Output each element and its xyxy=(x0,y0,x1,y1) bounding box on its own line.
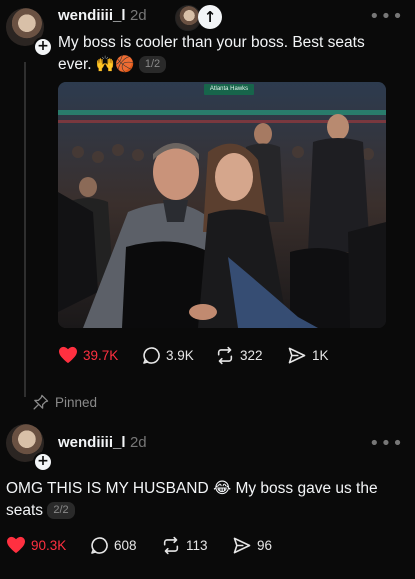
pinned-label: Pinned xyxy=(55,395,98,410)
share-icon xyxy=(233,537,251,554)
post1-share-button[interactable]: 1K xyxy=(287,346,329,365)
post2-emoji: 😂 xyxy=(213,480,232,497)
post1-share-count: 1K xyxy=(312,348,329,363)
post1-like-count: 39.7K xyxy=(83,347,119,363)
pinned-indicator: Pinned xyxy=(32,394,97,411)
post2-repost-count: 113 xyxy=(186,538,208,553)
follow-plus-icon[interactable]: + xyxy=(33,37,53,57)
repost-icon xyxy=(217,346,233,365)
arrow-up-icon[interactable]: ↑ xyxy=(198,5,222,29)
reply-icon xyxy=(91,537,108,554)
post2-like-count: 90.3K xyxy=(31,537,67,553)
arena-photo-illustration xyxy=(58,82,386,328)
post1-photo[interactable]: Atlanta Hawks xyxy=(58,82,386,328)
post2-share-count: 96 xyxy=(257,538,273,553)
share-icon xyxy=(288,347,306,364)
post2-reply-button[interactable]: 608 xyxy=(90,536,137,555)
reply-icon xyxy=(143,347,160,364)
post1-reply-count: 3.9K xyxy=(166,348,194,363)
post1-page-badge: 1/2 xyxy=(138,56,167,74)
heart-icon xyxy=(59,346,77,364)
repost-icon xyxy=(163,536,179,555)
post2-time: 2d xyxy=(129,434,147,451)
post1-repost-count: 322 xyxy=(240,348,263,363)
post1-time: 2d xyxy=(129,7,147,24)
heart-icon xyxy=(7,536,25,554)
post2-username[interactable]: wendiiii_l xyxy=(58,434,126,451)
post2-share-button[interactable]: 96 xyxy=(232,536,272,555)
post1-header: wendiiii_l 2d xyxy=(58,7,147,25)
post1-like-button[interactable]: 39.7K xyxy=(58,346,118,364)
thread-line xyxy=(24,62,26,397)
post1-repost-button[interactable]: 322 xyxy=(215,346,263,365)
post2-like-button[interactable]: 90.3K xyxy=(6,536,66,554)
post2-page-badge: 2/2 xyxy=(47,502,75,520)
post1-text-block: My boss is cooler than your boss. Best s… xyxy=(58,32,398,76)
post1-more-icon[interactable]: ••• xyxy=(369,6,404,27)
follow-plus-icon[interactable]: + xyxy=(33,452,53,472)
post2-more-icon[interactable]: ••• xyxy=(369,433,404,454)
post2-reply-count: 608 xyxy=(114,538,137,553)
post2-header: wendiiii_l 2d xyxy=(58,434,147,452)
post1-username[interactable]: wendiiii_l xyxy=(58,7,126,24)
post2-text-block: OMG THIS IS MY HUSBAND 😂 My boss gave us… xyxy=(6,478,406,522)
post1-emoji: 🙌🏀 xyxy=(95,56,135,73)
post2-repost-button[interactable]: 113 xyxy=(161,536,208,555)
arena-sign: Atlanta Hawks xyxy=(204,84,254,95)
post1-reply-button[interactable]: 3.9K xyxy=(142,346,194,365)
post2-text-part1: OMG THIS IS MY HUSBAND xyxy=(6,480,209,497)
pin-icon xyxy=(33,394,49,410)
